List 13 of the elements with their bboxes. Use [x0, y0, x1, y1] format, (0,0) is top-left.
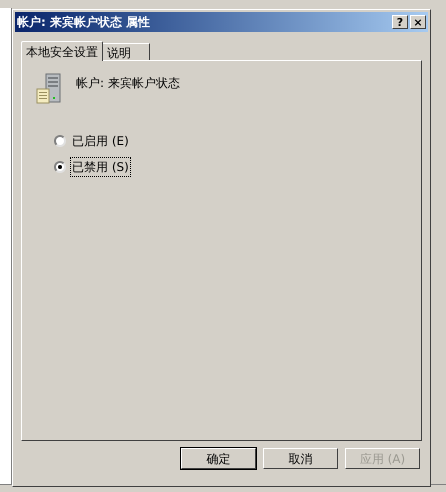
tab[interactable]: 说明 — [103, 43, 150, 60]
radio-button[interactable] — [54, 161, 66, 173]
server-icon — [36, 73, 62, 105]
policy-name: 帐户: 来宾帐户状态 — [76, 75, 180, 92]
close-button[interactable]: × — [410, 15, 426, 29]
help-button[interactable]: ? — [392, 15, 408, 29]
cancel-button[interactable]: 取消 — [263, 448, 338, 469]
window-title: 帐户: 来宾帐户状态 属性 — [17, 14, 152, 31]
option-label[interactable]: 已启用 (E) — [70, 131, 131, 151]
ok-button[interactable]: 确定 — [181, 448, 256, 469]
option-label[interactable]: 已禁用 (S) — [70, 157, 131, 177]
tab[interactable]: 本地安全设置 — [21, 41, 103, 61]
radio-button[interactable] — [54, 135, 66, 147]
